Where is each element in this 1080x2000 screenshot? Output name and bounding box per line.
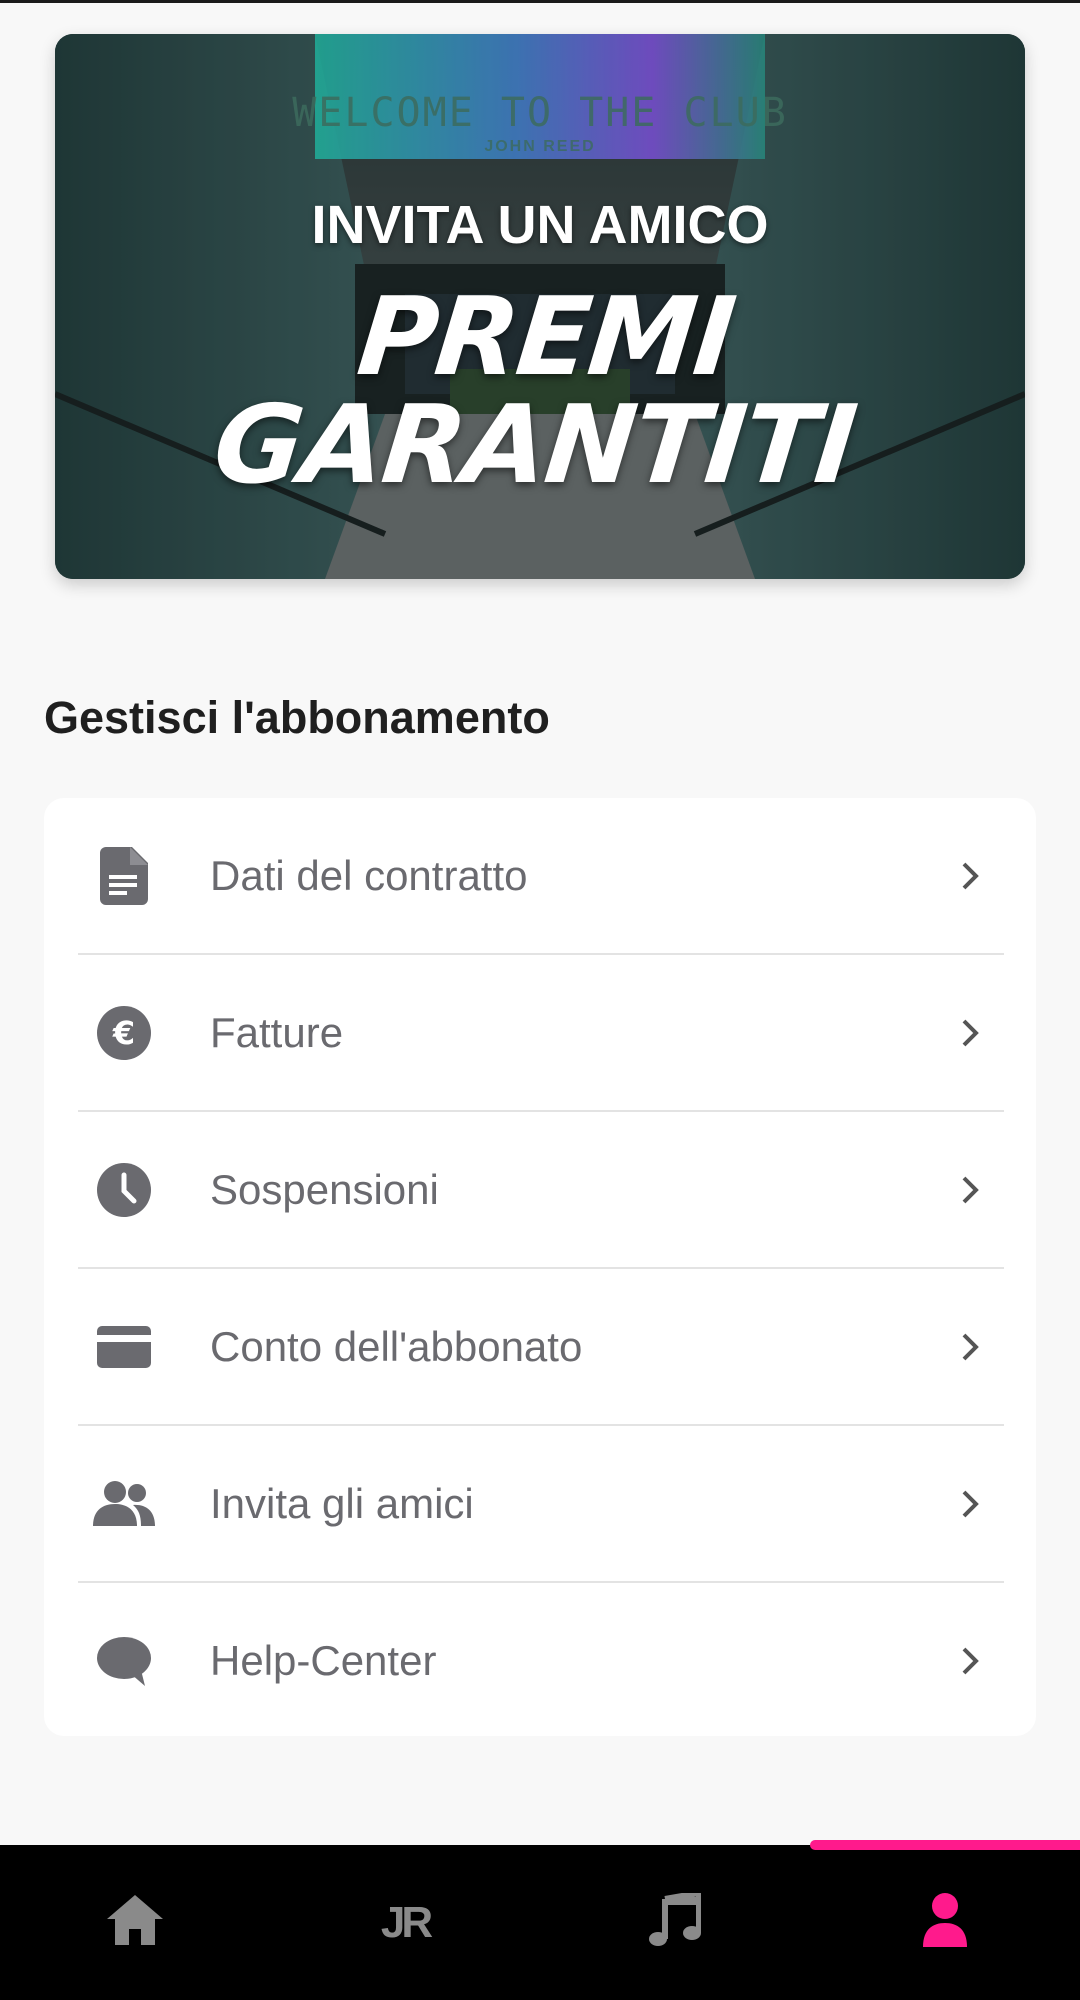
chevron-right-icon xyxy=(950,1170,990,1210)
chevron-right-icon xyxy=(950,1484,990,1524)
chevron-right-icon xyxy=(950,1641,990,1681)
banner-sign-text: WELCOME TO THE CLUB xyxy=(292,90,788,136)
menu-item-label: Invita gli amici xyxy=(210,1480,474,1527)
clock-icon xyxy=(92,1158,156,1222)
menu-item-suspensions[interactable]: Sospensioni xyxy=(78,1112,1004,1268)
banner-subtitle: PREMI GARANTITI xyxy=(208,275,861,508)
home-icon xyxy=(107,1895,163,1950)
nav-music[interactable] xyxy=(540,1845,810,2000)
menu-item-help-center[interactable]: Help-Center xyxy=(78,1583,1004,1739)
chevron-right-icon xyxy=(950,856,990,896)
chevron-right-icon xyxy=(950,1327,990,1367)
invite-friend-banner[interactable]: WELCOME TO THE CLUB JOHN REED INVITA UN … xyxy=(55,34,1025,579)
document-icon xyxy=(92,844,156,908)
chat-bubble-icon xyxy=(92,1629,156,1693)
menu-item-invite-friends[interactable]: Invita gli amici xyxy=(78,1426,1004,1582)
menu-item-label: Fatture xyxy=(210,1009,344,1056)
menu-item-contract-data[interactable]: Dati del contratto xyxy=(78,798,1004,954)
nav-profile[interactable] xyxy=(810,1845,1080,2000)
chevron-right-icon xyxy=(950,1013,990,1053)
menu-item-member-account[interactable]: Conto dell'abbonato xyxy=(78,1269,1004,1425)
section-title: Gestisci l'abbonamento xyxy=(44,692,550,743)
menu-item-label: Sospensioni xyxy=(210,1166,439,1213)
person-icon xyxy=(923,1893,967,1952)
nav-jr[interactable]: JR xyxy=(270,1845,540,2000)
menu-item-label: Conto dell'abbonato xyxy=(210,1323,583,1370)
jr-logo: JR xyxy=(380,1897,433,1947)
subscription-menu-card: Dati del contratto € Fatture Sospensioni xyxy=(44,798,1036,1736)
menu-item-invoices[interactable]: € Fatture xyxy=(78,955,1004,1111)
credit-card-icon xyxy=(92,1315,156,1379)
status-bar-line xyxy=(0,0,1080,3)
banner-title: INVITA UN AMICO xyxy=(311,195,769,255)
euro-icon: € xyxy=(92,1001,156,1065)
menu-item-label: Dati del contratto xyxy=(210,852,528,899)
nav-home[interactable] xyxy=(0,1845,270,2000)
people-icon xyxy=(92,1472,156,1536)
music-note-icon xyxy=(649,1889,702,1952)
banner-sign-subtext: JOHN REED xyxy=(484,138,596,155)
menu-item-label: Help-Center xyxy=(210,1637,437,1684)
svg-text:€: € xyxy=(112,1014,135,1052)
